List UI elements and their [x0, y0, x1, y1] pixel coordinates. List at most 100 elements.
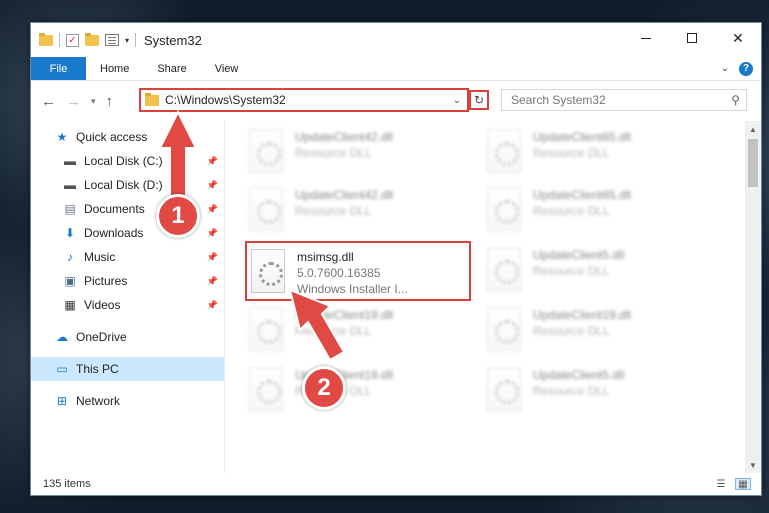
address-path[interactable]: C:\Windows\System32	[165, 93, 453, 107]
sidebar-item-label: Music	[84, 250, 116, 264]
file-item[interactable]: UpdateClient5.dll Resource DLL	[487, 243, 707, 301]
file-version: 5.0.7600.16385	[297, 266, 381, 280]
star-icon: ★	[56, 130, 68, 144]
sidebar-item-onedrive[interactable]: ☁ OneDrive	[31, 325, 224, 349]
pin-icon[interactable]: 📌	[207, 180, 218, 191]
sidebar-item-videos[interactable]: ▦ Videos 📌	[31, 293, 224, 317]
folder-icon[interactable]	[39, 32, 53, 46]
dll-file-icon	[251, 249, 285, 293]
sidebar-item-label: Pictures	[84, 274, 128, 288]
scroll-down-icon[interactable]: ▼	[745, 457, 761, 473]
sidebar-item-this-pc[interactable]: ▭ This PC	[31, 357, 224, 381]
file-item[interactable]: UpdateClient19.dllResource DLL	[249, 363, 469, 421]
close-button[interactable]: ✕	[715, 23, 761, 53]
toolbar-divider	[59, 33, 60, 47]
file-description: Windows Installer I...	[297, 282, 408, 296]
callout-badge-1: 1	[156, 194, 200, 238]
sidebar-item-quick-access[interactable]: ★ Quick access	[31, 125, 224, 149]
sidebar-item-network[interactable]: ⊞ Network	[31, 389, 224, 413]
dll-file-icon	[487, 367, 521, 411]
sidebar-item-label: Local Disk (C:)	[84, 154, 163, 168]
minimize-button[interactable]	[623, 23, 669, 53]
file-type: Resource DLL	[533, 264, 610, 278]
file-item[interactable]: UpdateClient19.dllResource DLL	[487, 303, 707, 361]
vertical-scrollbar[interactable]: ▲ ▼	[745, 121, 761, 473]
tab-share[interactable]: Share	[143, 57, 200, 80]
file-list: UpdateClient42.dll Resource DLL UpdateCli…	[225, 121, 761, 473]
window-title: System32	[144, 32, 202, 48]
file-item[interactable]: UpdateClient42.dll Resource DLL	[249, 183, 469, 241]
dll-file-icon	[487, 307, 521, 351]
properties-check-icon[interactable]: ✓	[66, 33, 79, 47]
scroll-thumb[interactable]	[748, 139, 758, 187]
file-type: Resource DLL	[295, 204, 372, 218]
navigation-pane: ★ Quick access ▬ Local Disk (C:) 📌 ▬ Loc…	[31, 121, 225, 473]
videos-icon: ▦	[64, 298, 76, 312]
toolbar-divider	[135, 33, 137, 47]
chevron-down-icon[interactable]: ⌄	[453, 95, 461, 106]
item-count: 135 items	[43, 478, 91, 490]
pin-icon[interactable]: 📌	[207, 204, 218, 215]
sidebar-item-music[interactable]: ♪ Music 📌	[31, 245, 224, 269]
file-name: UpdateClient5.dll	[533, 248, 625, 262]
recent-locations-icon[interactable]: ▾	[91, 96, 96, 107]
refresh-button[interactable]: ↻	[469, 90, 489, 110]
back-arrow-icon[interactable]: ←	[41, 93, 56, 110]
details-view-icon[interactable]: ☰	[713, 478, 729, 490]
properties-icon[interactable]	[105, 34, 119, 46]
search-icon[interactable]: ⚲	[731, 93, 740, 107]
pin-icon[interactable]: 📌	[207, 252, 218, 263]
pin-icon[interactable]: 📌	[207, 276, 218, 287]
sidebar-item-label: Network	[76, 394, 121, 408]
drive-icon: ▬	[64, 178, 76, 192]
tab-file[interactable]: File	[31, 57, 86, 80]
search-input[interactable]	[511, 93, 732, 107]
quick-access-toolbar: ✓ ▾	[31, 32, 137, 47]
tab-home[interactable]: Home	[86, 57, 143, 80]
close-icon: ✕	[732, 29, 744, 46]
large-icons-view-icon[interactable]: ▦	[735, 478, 751, 490]
network-icon: ⊞	[56, 394, 68, 408]
file-name: UpdateClient65.dll	[533, 188, 632, 202]
file-name: UpdateClient19.dll	[295, 308, 394, 322]
documents-icon: ▤	[64, 202, 76, 216]
search-box[interactable]: ⚲	[501, 89, 747, 111]
file-item[interactable]: UpdateClient5.dll Resource DLL	[487, 363, 707, 421]
ribbon-right: ⌄ ?	[721, 57, 761, 80]
navigation-buttons: ← → ▾ ↑	[31, 93, 139, 110]
pin-icon[interactable]: 📌	[207, 228, 218, 239]
sidebar-item-label: This PC	[76, 362, 119, 376]
pin-icon[interactable]: 📌	[207, 300, 218, 311]
explorer-window: ✓ ▾ System32 ✕ File Home Share View ⌄ ? …	[30, 22, 762, 496]
sidebar-item-local-disk-c[interactable]: ▬ Local Disk (C:) 📌	[31, 149, 224, 173]
sidebar-item-label: Local Disk (D:)	[84, 178, 163, 192]
dll-file-icon	[249, 307, 283, 351]
chevron-down-icon[interactable]: ▾	[125, 36, 129, 45]
help-icon[interactable]: ?	[739, 61, 753, 76]
pin-icon[interactable]: 📌	[207, 156, 218, 167]
forward-arrow-icon[interactable]: →	[66, 93, 81, 110]
file-item[interactable]: UpdateClient65.dll Resource DLL	[487, 183, 707, 241]
refresh-icon: ↻	[473, 93, 485, 107]
address-bar[interactable]: C:\Windows\System32 ⌄	[139, 88, 469, 112]
tab-view[interactable]: View	[201, 57, 253, 80]
file-item-msimsg[interactable]: msimsg.dll 5.0.7600.16385 Windows Instal…	[245, 241, 471, 301]
sidebar-item-local-disk-d[interactable]: ▬ Local Disk (D:) 📌	[31, 173, 224, 197]
callout-badge-2: 2	[302, 366, 346, 410]
ribbon: File Home Share View ⌄ ?	[31, 57, 761, 81]
sidebar-item-label: Documents	[84, 202, 145, 216]
file-item[interactable]: UpdateClient65.dll Resource DLL	[487, 125, 707, 183]
sidebar-item-pictures[interactable]: ▣ Pictures 📌	[31, 269, 224, 293]
address-row: ← → ▾ ↑ C:\Windows\System32 ⌄ ↻ ⚲	[31, 81, 761, 121]
new-folder-icon[interactable]	[85, 32, 99, 46]
file-item[interactable]: UpdateClient19.dllResource DLL	[249, 303, 469, 361]
sidebar-item-label: Downloads	[84, 226, 144, 240]
file-item[interactable]: UpdateClient42.dll Resource DLL	[249, 125, 469, 183]
expand-ribbon-icon[interactable]: ⌄	[721, 63, 729, 74]
download-icon: ⬇	[64, 226, 76, 240]
scroll-up-icon[interactable]: ▲	[745, 121, 761, 137]
up-arrow-icon[interactable]: ↑	[106, 93, 114, 110]
maximize-button[interactable]	[669, 23, 715, 53]
